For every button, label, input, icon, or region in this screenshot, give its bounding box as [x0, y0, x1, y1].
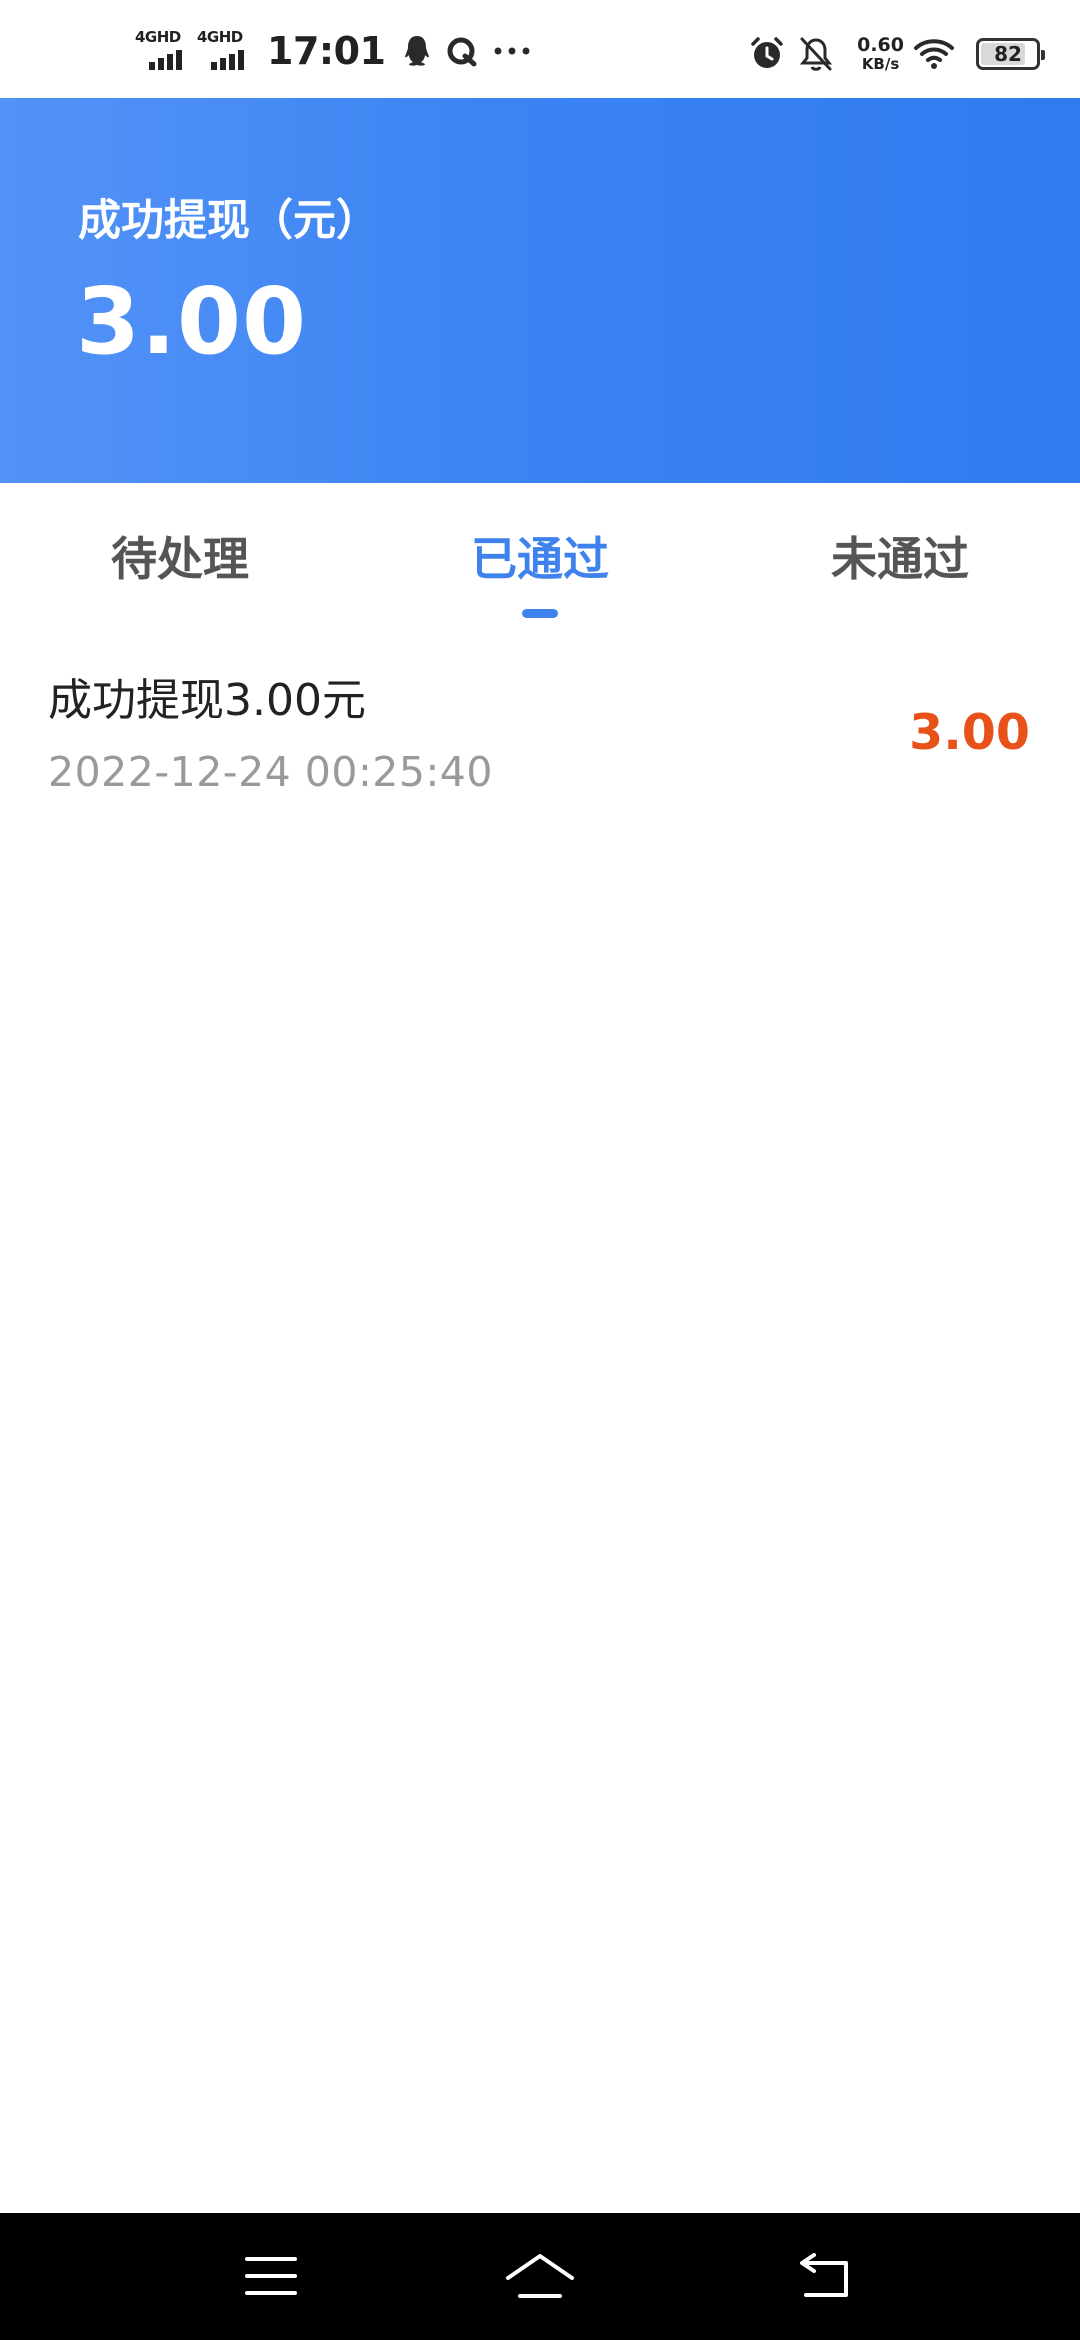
status-bar: 4GHD 4GHD 17:01 0.60 KB/s 82: [0, 0, 1080, 98]
system-navigation-bar: [0, 2213, 1080, 2340]
summary-amount: 3.00: [76, 268, 307, 375]
status-bar-left: 4GHD 4GHD 17:01: [135, 26, 547, 76]
list-item[interactable]: 成功提现3.00元 2022-12-24 00:25:40 3.00: [0, 640, 1080, 820]
signal-label: 4GHD: [197, 28, 243, 46]
qq-icon: [403, 34, 431, 68]
tab-approved[interactable]: 已通过: [390, 523, 690, 589]
network-speed: 0.60 KB/s: [857, 36, 904, 72]
wifi-icon: [914, 38, 954, 70]
summary-label: 成功提现（元）: [78, 196, 379, 246]
home-icon[interactable]: [500, 2243, 580, 2309]
withdrawal-summary-banner: 成功提现（元） 3.00: [0, 98, 1080, 483]
status-bar-right: 0.60 KB/s 82: [749, 32, 1045, 76]
menu-icon[interactable]: [231, 2243, 311, 2309]
active-tab-indicator: [522, 609, 558, 618]
back-icon[interactable]: [784, 2243, 864, 2309]
signal-strength-icon: 4GHD: [197, 28, 253, 74]
record-amount: 3.00: [909, 704, 1030, 761]
tab-rejected[interactable]: 未通过: [750, 523, 1050, 589]
network-speed-unit: KB/s: [861, 55, 900, 73]
signal-strength-icon: 4GHD: [135, 28, 191, 74]
record-date: 2022-12-24 00:25:40: [48, 748, 493, 796]
status-tabs: 待处理 已通过 未通过: [0, 483, 1080, 623]
browser-icon: [445, 34, 479, 68]
signal-label: 4GHD: [135, 28, 181, 46]
status-time: 17:01: [267, 29, 386, 73]
battery-level: 82: [994, 42, 1022, 66]
tab-pending[interactable]: 待处理: [30, 523, 330, 589]
record-title: 成功提现3.00元: [48, 675, 366, 726]
alarm-clock-icon: [749, 36, 785, 72]
more-dots-icon: [493, 46, 533, 56]
battery-icon: 82: [976, 38, 1045, 70]
notifications-muted-icon: [799, 36, 833, 72]
withdrawal-records-screen: 4GHD 4GHD 17:01 0.60 KB/s 82 成功提现（元） 3.0…: [0, 0, 1080, 2340]
network-speed-value: 0.60: [857, 34, 904, 56]
